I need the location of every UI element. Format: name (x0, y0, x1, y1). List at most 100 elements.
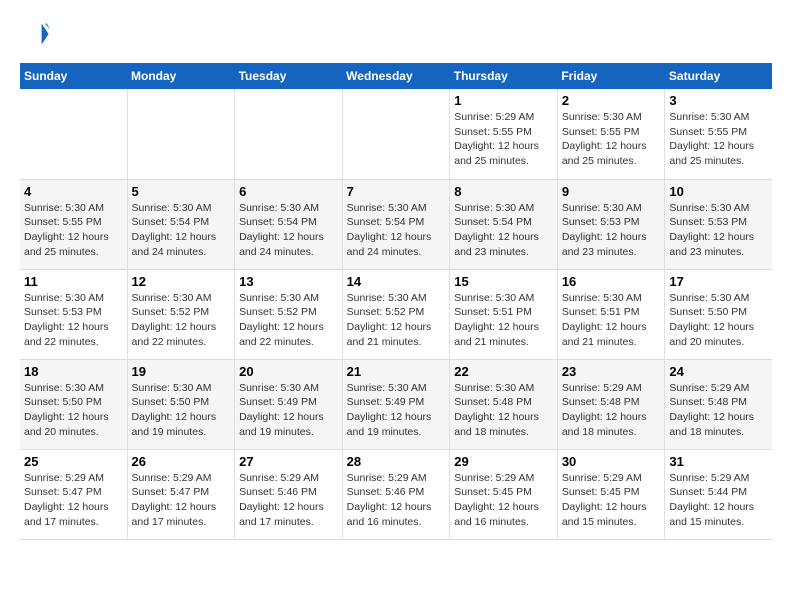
day-number: 10 (669, 184, 768, 199)
day-info: Sunrise: 5:29 AM Sunset: 5:48 PM Dayligh… (669, 381, 768, 440)
weekday-header-saturday: Saturday (665, 63, 772, 89)
calendar-table: SundayMondayTuesdayWednesdayThursdayFrid… (20, 63, 772, 540)
day-info: Sunrise: 5:30 AM Sunset: 5:52 PM Dayligh… (347, 291, 446, 350)
day-info: Sunrise: 5:29 AM Sunset: 5:47 PM Dayligh… (132, 471, 231, 530)
day-info: Sunrise: 5:30 AM Sunset: 5:55 PM Dayligh… (669, 110, 768, 169)
day-info: Sunrise: 5:30 AM Sunset: 5:49 PM Dayligh… (239, 381, 338, 440)
day-number: 13 (239, 274, 338, 289)
day-info: Sunrise: 5:29 AM Sunset: 5:55 PM Dayligh… (454, 110, 553, 169)
day-info: Sunrise: 5:29 AM Sunset: 5:47 PM Dayligh… (24, 471, 123, 530)
calendar-cell: 13 Sunrise: 5:30 AM Sunset: 5:52 PM Dayli… (235, 269, 343, 359)
logo-icon (22, 20, 50, 48)
day-number: 24 (669, 364, 768, 379)
day-info: Sunrise: 5:30 AM Sunset: 5:52 PM Dayligh… (239, 291, 338, 350)
day-number: 4 (24, 184, 123, 199)
calendar-cell: 7 Sunrise: 5:30 AM Sunset: 5:54 PM Daylig… (342, 179, 450, 269)
weekday-header-monday: Monday (127, 63, 235, 89)
day-number: 7 (347, 184, 446, 199)
day-info: Sunrise: 5:30 AM Sunset: 5:53 PM Dayligh… (669, 201, 768, 260)
logo (20, 20, 50, 53)
calendar-cell: 18 Sunrise: 5:30 AM Sunset: 5:50 PM Dayli… (20, 359, 127, 449)
calendar-week-4: 18 Sunrise: 5:30 AM Sunset: 5:50 PM Dayli… (20, 359, 772, 449)
calendar-week-1: 1 Sunrise: 5:29 AM Sunset: 5:55 PM Daylig… (20, 89, 772, 179)
weekday-row: SundayMondayTuesdayWednesdayThursdayFrid… (20, 63, 772, 89)
calendar-cell (235, 89, 343, 179)
calendar-cell: 8Sunrise: 5:30 AM Sunset: 5:54 PM Daylig… (450, 179, 558, 269)
day-number: 15 (454, 274, 553, 289)
day-number: 30 (562, 454, 661, 469)
day-info: Sunrise: 5:30 AM Sunset: 5:53 PM Dayligh… (24, 291, 123, 350)
calendar-cell: 2 Sunrise: 5:30 AM Sunset: 5:55 PM Daylig… (557, 89, 665, 179)
day-number: 11 (24, 274, 123, 289)
calendar-header: SundayMondayTuesdayWednesdayThursdayFrid… (20, 63, 772, 89)
day-info: Sunrise: 5:29 AM Sunset: 5:44 PM Dayligh… (669, 471, 768, 530)
weekday-header-tuesday: Tuesday (235, 63, 343, 89)
day-number: 12 (132, 274, 231, 289)
day-number: 3 (669, 93, 768, 108)
day-info: Sunrise: 5:29 AM Sunset: 5:45 PM Dayligh… (562, 471, 661, 530)
calendar-cell: 19 Sunrise: 5:30 AM Sunset: 5:50 PM Dayli… (127, 359, 235, 449)
calendar-cell: 11 Sunrise: 5:30 AM Sunset: 5:53 PM Dayli… (20, 269, 127, 359)
day-number: 27 (239, 454, 338, 469)
weekday-header-wednesday: Wednesday (342, 63, 450, 89)
calendar-cell: 3 Sunrise: 5:30 AM Sunset: 5:55 PM Daylig… (665, 89, 772, 179)
day-info: Sunrise: 5:30 AM Sunset: 5:53 PM Dayligh… (562, 201, 661, 260)
day-info: Sunrise: 5:30 AM Sunset: 5:48 PM Dayligh… (454, 381, 553, 440)
day-number: 9 (562, 184, 661, 199)
day-number: 19 (132, 364, 231, 379)
day-number: 17 (669, 274, 768, 289)
page-header (20, 20, 772, 53)
day-number: 26 (132, 454, 231, 469)
calendar-cell: 26 Sunrise: 5:29 AM Sunset: 5:47 PM Dayli… (127, 449, 235, 539)
day-info: Sunrise: 5:30 AM Sunset: 5:54 PM Dayligh… (454, 201, 553, 260)
day-number: 23 (562, 364, 661, 379)
day-info: Sunrise: 5:30 AM Sunset: 5:54 PM Dayligh… (132, 201, 231, 260)
day-info: Sunrise: 5:30 AM Sunset: 5:51 PM Dayligh… (562, 291, 661, 350)
day-number: 5 (132, 184, 231, 199)
day-info: Sunrise: 5:30 AM Sunset: 5:50 PM Dayligh… (24, 381, 123, 440)
calendar-cell: 24 Sunrise: 5:29 AM Sunset: 5:48 PM Dayli… (665, 359, 772, 449)
calendar-cell: 9 Sunrise: 5:30 AM Sunset: 5:53 PM Daylig… (557, 179, 665, 269)
calendar-cell: 10 Sunrise: 5:30 AM Sunset: 5:53 PM Dayli… (665, 179, 772, 269)
calendar-cell: 29 Sunrise: 5:29 AM Sunset: 5:45 PM Dayli… (450, 449, 558, 539)
day-info: Sunrise: 5:29 AM Sunset: 5:48 PM Dayligh… (562, 381, 661, 440)
calendar-cell: 30 Sunrise: 5:29 AM Sunset: 5:45 PM Dayli… (557, 449, 665, 539)
day-number: 21 (347, 364, 446, 379)
calendar-cell: 1 Sunrise: 5:29 AM Sunset: 5:55 PM Daylig… (450, 89, 558, 179)
calendar-cell (127, 89, 235, 179)
calendar-cell: 6Sunrise: 5:30 AM Sunset: 5:54 PM Daylig… (235, 179, 343, 269)
day-info: Sunrise: 5:30 AM Sunset: 5:51 PM Dayligh… (454, 291, 553, 350)
day-info: Sunrise: 5:30 AM Sunset: 5:55 PM Dayligh… (562, 110, 661, 169)
day-info: Sunrise: 5:30 AM Sunset: 5:54 PM Dayligh… (347, 201, 446, 260)
day-info: Sunrise: 5:30 AM Sunset: 5:49 PM Dayligh… (347, 381, 446, 440)
day-info: Sunrise: 5:30 AM Sunset: 5:55 PM Dayligh… (24, 201, 123, 260)
day-number: 29 (454, 454, 553, 469)
calendar-week-2: 4 Sunrise: 5:30 AM Sunset: 5:55 PM Daylig… (20, 179, 772, 269)
day-info: Sunrise: 5:29 AM Sunset: 5:46 PM Dayligh… (347, 471, 446, 530)
day-number: 25 (24, 454, 123, 469)
day-info: Sunrise: 5:30 AM Sunset: 5:50 PM Dayligh… (132, 381, 231, 440)
weekday-header-friday: Friday (557, 63, 665, 89)
day-number: 6 (239, 184, 338, 199)
calendar-cell: 17Sunrise: 5:30 AM Sunset: 5:50 PM Dayli… (665, 269, 772, 359)
calendar-cell: 21 Sunrise: 5:30 AM Sunset: 5:49 PM Dayli… (342, 359, 450, 449)
day-number: 2 (562, 93, 661, 108)
weekday-header-thursday: Thursday (450, 63, 558, 89)
calendar-cell: 12 Sunrise: 5:30 AM Sunset: 5:52 PM Dayli… (127, 269, 235, 359)
calendar-cell: 23 Sunrise: 5:29 AM Sunset: 5:48 PM Dayli… (557, 359, 665, 449)
day-info: Sunrise: 5:29 AM Sunset: 5:45 PM Dayligh… (454, 471, 553, 530)
day-number: 18 (24, 364, 123, 379)
calendar-cell: 27Sunrise: 5:29 AM Sunset: 5:46 PM Dayli… (235, 449, 343, 539)
calendar-week-3: 11 Sunrise: 5:30 AM Sunset: 5:53 PM Dayli… (20, 269, 772, 359)
day-number: 20 (239, 364, 338, 379)
day-info: Sunrise: 5:30 AM Sunset: 5:52 PM Dayligh… (132, 291, 231, 350)
calendar-cell: 20 Sunrise: 5:30 AM Sunset: 5:49 PM Dayli… (235, 359, 343, 449)
calendar-cell: 28 Sunrise: 5:29 AM Sunset: 5:46 PM Dayli… (342, 449, 450, 539)
calendar-cell: 14Sunrise: 5:30 AM Sunset: 5:52 PM Dayli… (342, 269, 450, 359)
weekday-header-sunday: Sunday (20, 63, 127, 89)
day-number: 28 (347, 454, 446, 469)
calendar-cell: 15 Sunrise: 5:30 AM Sunset: 5:51 PM Dayli… (450, 269, 558, 359)
calendar-cell: 22Sunrise: 5:30 AM Sunset: 5:48 PM Dayli… (450, 359, 558, 449)
day-number: 1 (454, 93, 553, 108)
day-number: 16 (562, 274, 661, 289)
